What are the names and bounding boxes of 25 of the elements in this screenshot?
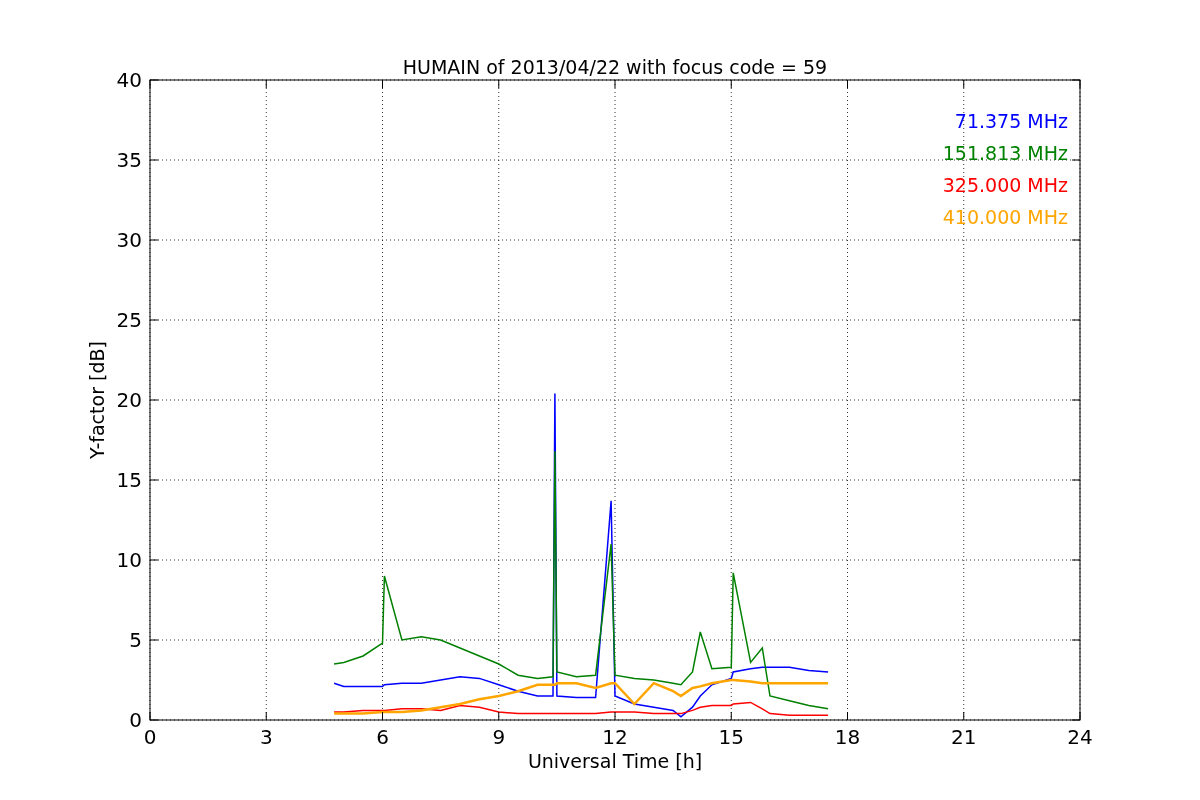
y-tick-label: 25	[116, 308, 142, 332]
y-tick-label: 40	[116, 68, 142, 92]
y-tick-label: 5	[129, 628, 142, 652]
legend-label: 410.000 MHz	[942, 206, 1068, 228]
legend-label: 71.375 MHz	[954, 110, 1068, 132]
x-tick-label: 12	[602, 725, 628, 749]
x-tick-label: 6	[376, 725, 389, 749]
x-tick-label: 18	[834, 725, 861, 749]
chart-title: HUMAIN of 2013/04/22 with focus code = 59	[402, 56, 828, 78]
x-tick-label: 24	[1067, 725, 1093, 749]
legend-label: 151.813 MHz	[942, 142, 1068, 164]
x-tick-label: 15	[718, 725, 744, 749]
y-tick-label: 10	[116, 548, 142, 572]
x-tick-label: 3	[259, 725, 273, 749]
y-tick-label: 20	[116, 388, 142, 412]
y-tick-label: 15	[116, 468, 142, 492]
legend-label: 325.000 MHz	[942, 174, 1068, 196]
y-tick-label: 30	[116, 228, 142, 252]
x-tick-label: 9	[492, 725, 506, 749]
y-tick-label: 35	[116, 148, 142, 172]
y-tick-label: 0	[129, 708, 142, 732]
x-tick-label: 0	[143, 725, 157, 749]
x-tick-label: 21	[951, 725, 977, 749]
y-axis-label: Y-factor [dB]	[86, 341, 108, 459]
x-axis-label: Universal Time [h]	[527, 750, 703, 772]
